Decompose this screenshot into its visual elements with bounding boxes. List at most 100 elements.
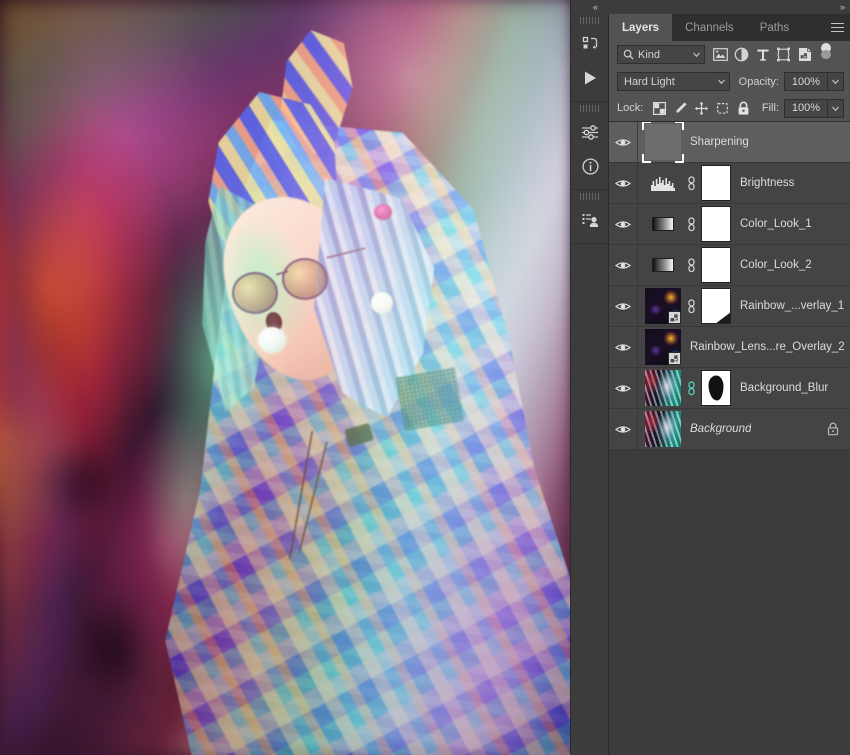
mask-link-icon[interactable]	[681, 216, 701, 232]
layer-mask-thumbnail[interactable]	[701, 165, 731, 201]
filter-kind-dropdown[interactable]: Kind	[617, 45, 705, 64]
layer-thumbnail[interactable]	[645, 370, 681, 406]
layer-thumbnail-cell[interactable]	[638, 411, 681, 447]
layer-mask-thumbnail[interactable]	[701, 247, 731, 283]
expand-panels-right-icon[interactable]: »	[840, 2, 845, 12]
gradient-map-adjustment-icon[interactable]	[645, 247, 681, 283]
chevron-down-icon	[693, 52, 700, 58]
layer-row-background-blur[interactable]: Background_Blur	[609, 367, 850, 409]
rail-grip-1[interactable]	[580, 17, 599, 24]
dock-collapse-bar: « »	[571, 0, 850, 14]
layer-visibility-toggle[interactable]	[609, 203, 638, 245]
filter-smart-objects-icon[interactable]	[794, 44, 815, 65]
info-icon[interactable]	[571, 149, 609, 183]
lock-artboard-nesting-icon[interactable]	[712, 98, 733, 119]
filter-type-layers-icon[interactable]	[752, 44, 773, 65]
layers-panel: Layers Channels Paths Kind Hard Light Op…	[609, 14, 850, 755]
lock-image-pixels-icon[interactable]	[670, 98, 691, 119]
blend-mode-dropdown[interactable]: Hard Light	[617, 72, 730, 91]
layer-name[interactable]: Sharpening	[690, 136, 749, 148]
layer-thumbnail-cell[interactable]	[638, 370, 681, 406]
tab-channels[interactable]: Channels	[672, 14, 747, 41]
mask-link-icon[interactable]	[681, 175, 701, 191]
layer-thumbnail-cell[interactable]	[638, 122, 684, 163]
layer-mask-thumbnail[interactable]	[701, 288, 731, 324]
layer-thumbnail[interactable]	[645, 411, 681, 447]
image-canvas[interactable]	[0, 0, 570, 755]
selected-thumbnail-brackets	[642, 122, 684, 163]
layer-thumbnail[interactable]	[645, 329, 681, 365]
fill-field[interactable]: 100%	[784, 98, 844, 118]
layer-row-background[interactable]: Background	[609, 408, 850, 450]
adjustments-icon[interactable]	[571, 115, 609, 149]
mask-link-icon[interactable]	[681, 257, 701, 273]
layer-thumbnail-cell[interactable]	[638, 247, 681, 283]
layer-locked-icon	[827, 422, 839, 436]
layer-thumbnail[interactable]	[642, 122, 684, 163]
layer-mask-thumbnail[interactable]	[701, 206, 731, 242]
gradient-map-adjustment-icon[interactable]	[645, 206, 681, 242]
layer-visibility-toggle[interactable]	[609, 285, 638, 327]
fill-stepper-icon[interactable]	[827, 99, 843, 117]
layers-list-empty-area[interactable]	[609, 450, 850, 755]
lock-all-icon[interactable]	[733, 98, 754, 119]
lock-position-icon[interactable]	[691, 98, 712, 119]
layer-name[interactable]: Background	[690, 423, 751, 435]
filter-adjustment-layers-icon[interactable]	[731, 44, 752, 65]
opacity-label: Opacity:	[738, 75, 779, 88]
hamburger-menu-icon[interactable]	[824, 14, 850, 41]
tab-layers[interactable]: Layers	[609, 14, 673, 41]
layer-visibility-toggle[interactable]	[609, 162, 638, 204]
layer-visibility-toggle[interactable]	[609, 122, 638, 163]
filter-power-toggle-icon[interactable]	[820, 42, 832, 67]
layer-name[interactable]: Rainbow_...verlay_1	[740, 300, 844, 312]
layer-thumbnail-cell[interactable]	[638, 288, 681, 324]
layer-row-sharpening[interactable]: Sharpening	[609, 122, 850, 163]
collapse-panels-left-icon[interactable]: «	[593, 2, 598, 12]
rail-group-adjustments	[571, 102, 608, 190]
tab-bar-spacer	[802, 14, 824, 41]
filter-pixel-layers-icon[interactable]	[710, 44, 731, 65]
layer-thumbnail-cell[interactable]	[638, 206, 681, 242]
chevron-down-icon	[717, 79, 725, 85]
layer-thumbnail-cell[interactable]	[638, 329, 681, 365]
layers-list[interactable]: Sharpening Brightness Color_Look_1 Color…	[609, 122, 850, 450]
layer-row-color-look-2[interactable]: Color_Look_2	[609, 244, 850, 286]
opacity-field[interactable]: 100%	[784, 72, 844, 91]
rail-group-libraries	[571, 190, 608, 244]
layer-thumbnail-cell[interactable]	[638, 165, 681, 201]
layer-thumbnail[interactable]	[645, 288, 681, 324]
filter-shape-layers-icon[interactable]	[773, 44, 794, 65]
tab-paths[interactable]: Paths	[746, 14, 803, 41]
fill-value[interactable]: 100%	[785, 102, 827, 114]
libraries-icon[interactable]	[571, 203, 609, 237]
layer-name[interactable]: Color_Look_1	[740, 218, 812, 230]
layer-name[interactable]: Brightness	[740, 177, 794, 189]
levels-adjustment-icon[interactable]	[645, 165, 681, 201]
layer-filter-row: Kind	[609, 41, 850, 68]
play-icon[interactable]	[571, 61, 609, 95]
layer-name[interactable]: Background_Blur	[740, 382, 828, 394]
layer-row-color-look-1[interactable]: Color_Look_1	[609, 203, 850, 245]
layer-visibility-toggle[interactable]	[609, 408, 638, 450]
layer-name[interactable]: Color_Look_2	[740, 259, 812, 271]
rail-grip-2[interactable]	[580, 105, 599, 112]
layer-row-brightness[interactable]: Brightness	[609, 162, 850, 204]
layer-visibility-toggle[interactable]	[609, 244, 638, 286]
panel-dock: « » Layers Channels Paths Kind Hard Ligh…	[570, 0, 850, 755]
filter-type-buttons	[710, 44, 815, 65]
layer-visibility-toggle[interactable]	[609, 367, 638, 409]
smart-object-badge-icon	[668, 311, 681, 324]
opacity-stepper-icon[interactable]	[827, 73, 843, 90]
mask-link-icon[interactable]	[681, 298, 701, 314]
layer-mask-thumbnail[interactable]	[701, 370, 731, 406]
rail-grip-3[interactable]	[580, 193, 599, 200]
layer-row-rainbow-overlay-2[interactable]: Rainbow_Lens...re_Overlay_2	[609, 326, 850, 368]
history-actions-icon[interactable]	[571, 27, 609, 61]
opacity-value[interactable]: 100%	[785, 76, 827, 88]
layer-name[interactable]: Rainbow_Lens...re_Overlay_2	[690, 341, 845, 353]
layer-row-rainbow-overlay-1[interactable]: Rainbow_...verlay_1	[609, 285, 850, 327]
lock-transparent-pixels-icon[interactable]	[649, 98, 670, 119]
mask-link-icon[interactable]	[681, 380, 701, 396]
layer-visibility-toggle[interactable]	[609, 326, 638, 368]
